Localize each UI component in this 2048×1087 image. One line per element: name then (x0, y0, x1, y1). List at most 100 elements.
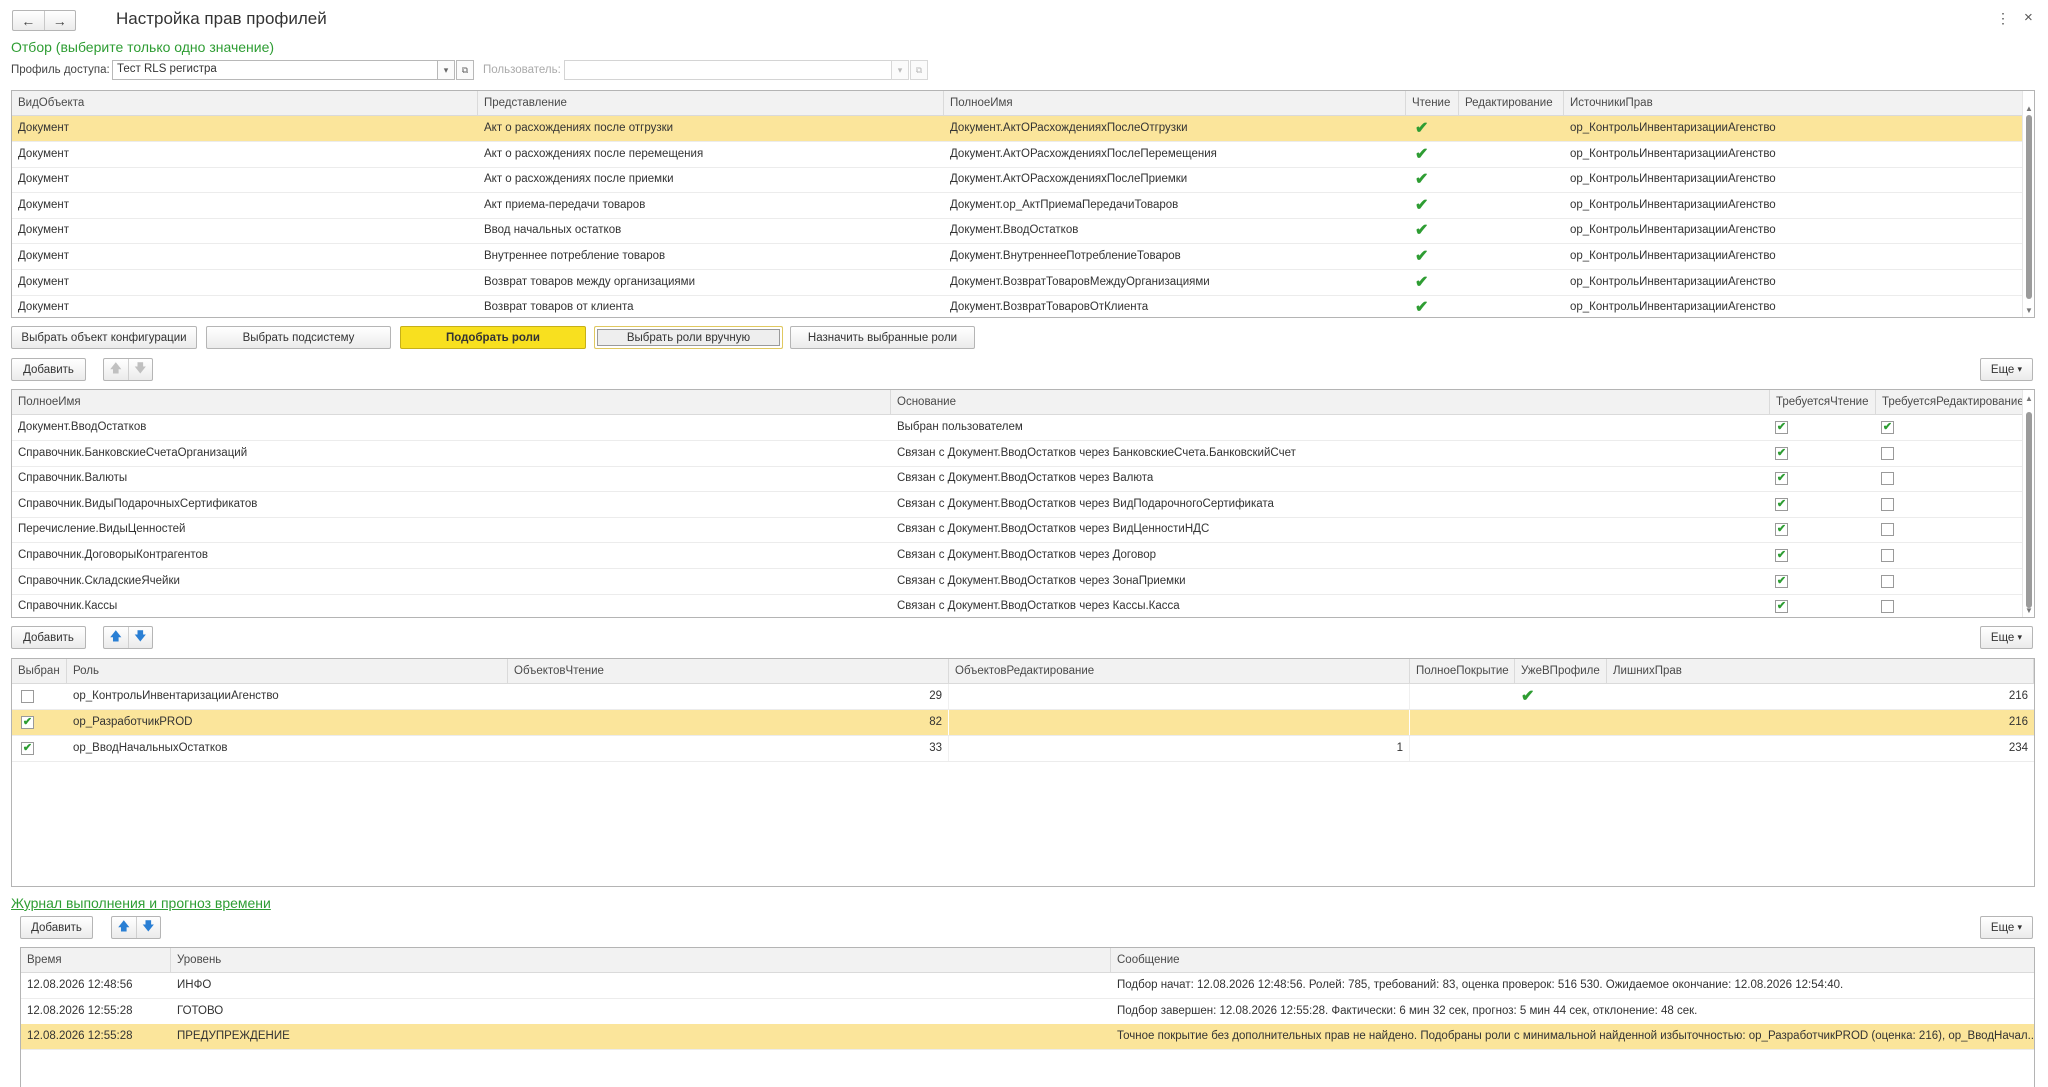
chosen-checkbox[interactable]: ✔ (21, 716, 34, 729)
edit-cell (1459, 167, 1564, 192)
scroll-up-icon[interactable]: ▲ (2023, 104, 2034, 113)
log-more-button[interactable]: Еще ▾ (1980, 916, 2033, 939)
move-down-icon[interactable]: 🡇 (129, 627, 153, 648)
forward-arrow-icon[interactable]: → (45, 11, 76, 30)
roles_table-col-3[interactable]: ОбъектовЧтение (508, 659, 949, 684)
log-row[interactable]: 12.08.2026 12:55:28 ГОТОВО Подбор завершен… (21, 999, 2034, 1025)
objects-scrollbar[interactable]: ▲ ▼ (2022, 91, 2034, 317)
extra-rights-cell: 216 (2008, 690, 2028, 702)
log-caption-link[interactable]: Журнал выполнения и прогноз времени (11, 895, 271, 911)
back-arrow-icon[interactable]: ← (13, 11, 45, 30)
log-add-button[interactable]: Добавить (20, 916, 93, 939)
table-row[interactable]: Справочник.Валюты Связан с Документ.ВводО… (12, 466, 2022, 493)
select-config-object-button[interactable]: Выбрать объект конфигурации (11, 326, 197, 349)
table-row[interactable]: Документ Возврат товаров от клиента Докуме… (12, 295, 2022, 317)
select-roles-manually-button[interactable]: Выбрать роли вручную (594, 326, 783, 349)
table-row[interactable]: Документ Акт приема-передачи товаров Докум… (12, 193, 2022, 219)
select-subsystem-button[interactable]: Выбрать подсистему (206, 326, 391, 349)
need-edit-checkbox[interactable] (1881, 472, 1894, 486)
table-row[interactable]: Документ Акт о расхождениях после приемки… (12, 167, 2022, 194)
user-dropdown-icon[interactable]: ▾ (891, 60, 909, 80)
move-up-icon[interactable]: 🡅 (104, 359, 129, 380)
table-row[interactable]: Документ Внутреннее потребление товаров До… (12, 244, 2022, 270)
profile-input[interactable]: Тест RLS регистра (112, 60, 438, 80)
objects_table-col-5[interactable]: Редактирование (1459, 91, 1564, 116)
requirements_table-col-1[interactable]: ПолноеИмя (12, 390, 891, 415)
need-read-checkbox[interactable]: ✔ (1775, 549, 1788, 562)
table-row[interactable]: Документ Акт о расхождениях после перемещ… (12, 142, 2022, 168)
table-row[interactable]: ор_КонтрольИнвентаризацииАгенство 29 ✔ 216 (12, 684, 2034, 710)
table-row[interactable]: Документ Возврат товаров между организаци… (12, 270, 2022, 296)
need-read-checkbox[interactable]: ✔ (1775, 472, 1788, 486)
profile-dropdown-icon[interactable]: ▾ (437, 60, 455, 80)
need-edit-checkbox[interactable] (1881, 446, 1894, 460)
table-row[interactable]: Справочник.ВидыПодарочныхСертификатов Свя… (12, 492, 2022, 518)
requirements-add-button[interactable]: Добавить (11, 358, 86, 381)
table-row[interactable]: Документ Ввод начальных остатков Документ.… (12, 218, 2022, 245)
need-read-checkbox[interactable]: ✔ (1775, 574, 1788, 588)
chosen-checkbox[interactable]: ✔ (21, 742, 34, 755)
log-row[interactable]: 12.08.2026 12:48:56 ИНФО Подбор начат: 12.… (21, 973, 2034, 999)
roles-add-button[interactable]: Добавить (11, 626, 86, 649)
requirements_table-col-2[interactable]: Основание (891, 390, 1770, 415)
user-input[interactable] (564, 60, 892, 80)
move-down-icon[interactable]: 🡇 (137, 917, 161, 938)
roles_table-col-5[interactable]: ПолноеПокрытие (1410, 659, 1515, 684)
table-row[interactable]: Справочник.Кассы Связан с Документ.ВводОс… (12, 594, 2022, 617)
log-col-1[interactable]: Время (21, 948, 171, 973)
need-edit-checkbox[interactable] (1881, 549, 1894, 562)
table-row[interactable]: Документ Акт о расхождениях после отгрузк… (12, 116, 2022, 142)
need-read-checkbox[interactable]: ✔ (1775, 421, 1788, 434)
profile-open-icon[interactable]: ⧉ (456, 60, 474, 80)
scroll-down-icon[interactable]: ▼ (2023, 606, 2034, 615)
need-edit-checkbox[interactable] (1881, 574, 1894, 588)
scroll-thumb[interactable] (2026, 412, 2032, 608)
need-edit-checkbox[interactable] (1881, 600, 1894, 614)
need-read-checkbox[interactable]: ✔ (1775, 446, 1788, 460)
objects_table-col-2[interactable]: Представление (478, 91, 944, 116)
need-edit-checkbox[interactable] (1881, 523, 1894, 537)
requirements_table-col-4[interactable]: ТребуетсяРедактирование (1876, 390, 2024, 415)
move-up-icon[interactable]: 🡅 (112, 917, 137, 938)
move-up-icon[interactable]: 🡅 (104, 627, 129, 648)
roles_table-col-7[interactable]: ЛишнихПрав (1607, 659, 2034, 684)
scroll-down-icon[interactable]: ▼ (2023, 306, 2034, 315)
table-row[interactable]: Справочник.ДоговорыКонтрагентов Связан с … (12, 543, 2022, 569)
need-read-checkbox[interactable]: ✔ (1775, 523, 1788, 537)
log-row[interactable]: 12.08.2026 12:55:28 ПРЕДУПРЕЖДЕНИЕ Точное … (21, 1024, 2034, 1051)
pick-roles-button[interactable]: Подобрать роли (400, 326, 586, 349)
table-row[interactable]: ✔ ор_РазработчикPROD 82 216 (12, 710, 2034, 736)
objects_table-col-1[interactable]: ВидОбъекта (12, 91, 478, 116)
table-row[interactable]: Справочник.БанковскиеСчетаОрганизаций Свя… (12, 441, 2022, 467)
table-row[interactable]: Документ.ВводОстатков Выбран пользователе… (12, 415, 2022, 441)
need-edit-checkbox[interactable]: ✔ (1881, 421, 1894, 434)
roles_table-col-2[interactable]: Роль (67, 659, 508, 684)
roles-more-button[interactable]: Еще ▾ (1980, 626, 2033, 649)
table-row[interactable]: Перечисление.ВидыЦенностей Связан с Докум… (12, 517, 2022, 544)
log-col-2[interactable]: Уровень (171, 948, 1111, 973)
need-read-checkbox[interactable]: ✔ (1775, 600, 1788, 614)
user-open-icon[interactable]: ⧉ (910, 60, 928, 80)
more-menu-icon[interactable]: ⋮ (1996, 10, 2010, 27)
requirements_table-col-3[interactable]: ТребуетсяЧтение (1770, 390, 1876, 415)
roles_table-col-1[interactable]: Выбран (12, 659, 67, 684)
move-down-icon[interactable]: 🡇 (129, 359, 153, 380)
scroll-thumb[interactable] (2026, 115, 2032, 299)
scroll-up-icon[interactable]: ▲ (2023, 394, 2034, 403)
objects_table-col-3[interactable]: ПолноеИмя (944, 91, 1406, 116)
requirements-scrollbar[interactable]: ▲ ▼ (2022, 390, 2034, 617)
roles_table-col-6[interactable]: УжеВПрофиле (1515, 659, 1607, 684)
close-icon[interactable]: × (2024, 9, 2033, 26)
table-row[interactable]: Справочник.СкладскиеЯчейки Связан с Докум… (12, 569, 2022, 595)
table-row[interactable]: ✔ ор_ВводНачальныхОстатков 33 1 234 (12, 736, 2034, 762)
objects_table-col-6[interactable]: ИсточникиПрав (1564, 91, 2024, 116)
need-read-checkbox[interactable]: ✔ (1775, 497, 1788, 511)
need-edit-checkbox[interactable] (1881, 497, 1894, 511)
chosen-checkbox[interactable] (21, 690, 34, 703)
objects_table-col-4[interactable]: Чтение (1406, 91, 1459, 116)
assign-selected-roles-button[interactable]: Назначить выбранные роли (790, 326, 975, 349)
reason-cell: Связан с Документ.ВводОстатков через Вид… (897, 497, 1274, 510)
requirements-more-button[interactable]: Еще ▾ (1980, 358, 2033, 381)
roles_table-col-4[interactable]: ОбъектовРедактирование (949, 659, 1410, 684)
log-col-3[interactable]: Сообщение (1111, 948, 2034, 973)
